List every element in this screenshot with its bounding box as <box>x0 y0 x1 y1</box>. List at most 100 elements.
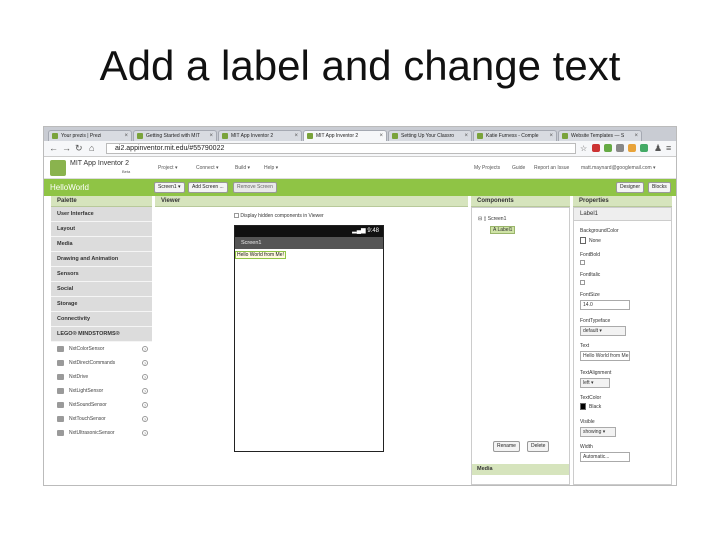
palette-category[interactable]: Connectivity <box>51 312 152 327</box>
palette-item[interactable]: NxtUltrasonicSensor? <box>51 426 152 440</box>
user-icon[interactable]: ♟ <box>654 143 662 154</box>
hidden-components-toggle[interactable]: Display hidden components in Viewer <box>234 213 324 219</box>
tree-node-label1[interactable]: A Label1 <box>478 225 516 236</box>
close-icon[interactable]: × <box>294 131 298 141</box>
reload-icon[interactable]: ↻ <box>75 143 83 154</box>
components-panel: ⊟ ▯ Screen1 A Label1 Rename Delete Media <box>471 207 570 485</box>
help-icon[interactable]: ? <box>142 374 148 380</box>
palette-category[interactable]: Drawing and Animation <box>51 252 152 267</box>
prop-label: FontBold <box>580 252 601 258</box>
browser-tab[interactable]: Setting Up Your Classro × <box>388 130 472 141</box>
text-alignment-select[interactable]: left ▾ <box>580 378 610 388</box>
add-screen-button[interactable]: Add Screen ... <box>188 182 228 193</box>
prop-label: FontItalic <box>580 272 601 278</box>
menu-help[interactable]: Help ▾ <box>264 165 278 171</box>
palette-item[interactable]: NxtLightSensor? <box>51 384 152 398</box>
extension-icon[interactable] <box>616 144 624 152</box>
back-icon[interactable]: ← <box>49 143 58 154</box>
font-typeface-select[interactable]: default ▾ <box>580 326 626 336</box>
font-size-input[interactable]: 14.0 <box>580 300 630 310</box>
extension-icon[interactable] <box>604 144 612 152</box>
close-icon[interactable]: × <box>549 131 553 141</box>
remove-screen-button[interactable]: Remove Screen <box>233 182 277 193</box>
tab-label: Your prezis | Prezi <box>61 133 102 139</box>
palette-category[interactable]: Media <box>51 237 152 252</box>
link-my-projects[interactable]: My Projects <box>474 165 500 171</box>
palette-item[interactable]: NxtDrive? <box>51 370 152 384</box>
rename-button[interactable]: Rename <box>493 441 520 452</box>
palette-item[interactable]: NxtTouchSensor? <box>51 412 152 426</box>
checkbox[interactable] <box>234 213 239 219</box>
browser-tab-active[interactable]: MIT App Inventor 2 × <box>303 130 387 141</box>
extension-icon[interactable] <box>628 144 636 152</box>
palette-item[interactable]: NxtDirectCommands? <box>51 356 152 370</box>
designer-button[interactable]: Designer <box>616 182 645 193</box>
help-icon[interactable]: ? <box>142 430 148 436</box>
status-time: 9:48 <box>367 228 379 234</box>
color-swatch[interactable] <box>580 237 586 244</box>
browser-tab[interactable]: Getting Started with MIT × <box>133 130 217 141</box>
account-menu[interactable]: matt.maynard@googlemail.com ▾ <box>581 165 656 171</box>
extension-icon[interactable] <box>592 144 600 152</box>
palette-category[interactable]: Layout <box>51 222 152 237</box>
palette-category[interactable]: User Interface <box>51 207 152 222</box>
prop-value[interactable]: None <box>589 238 601 244</box>
prop-label: BackgroundColor <box>580 228 619 234</box>
palette-item[interactable]: NxtSoundSensor? <box>51 398 152 412</box>
lego-sensor-icon <box>57 430 64 436</box>
tab-favicon-icon <box>562 133 568 139</box>
help-icon[interactable]: ? <box>142 402 148 408</box>
palette-header: Palette <box>51 196 152 207</box>
slide-title: Add a label and change text <box>99 42 621 89</box>
width-input[interactable]: Automatic... <box>580 452 630 462</box>
palette-category[interactable]: LEGO® MINDSTORMS® <box>51 327 152 342</box>
browser-tab[interactable]: MIT App Inventor 2 × <box>218 130 302 141</box>
visible-select[interactable]: showing ▾ <box>580 427 616 437</box>
extension-icon[interactable] <box>640 144 648 152</box>
browser-tab[interactable]: Your prezis | Prezi × <box>48 130 132 141</box>
text-input[interactable]: Hello World from Me <box>580 351 630 361</box>
close-icon[interactable]: × <box>124 131 128 141</box>
close-icon[interactable]: × <box>464 131 468 141</box>
color-swatch[interactable] <box>580 403 586 410</box>
link-report-issue[interactable]: Report an Issue <box>534 165 569 171</box>
menu-connect[interactable]: Connect ▾ <box>196 165 219 171</box>
delete-button[interactable]: Delete <box>527 441 550 452</box>
blocks-button[interactable]: Blocks <box>648 182 671 193</box>
close-icon[interactable]: × <box>379 131 383 141</box>
browser-tab[interactable]: Katie Furness - Comple × <box>473 130 557 141</box>
lego-sensor-icon <box>57 416 64 422</box>
palette-category[interactable]: Storage <box>51 297 152 312</box>
close-icon[interactable]: × <box>634 131 638 141</box>
help-icon[interactable]: ? <box>142 360 148 366</box>
url-field[interactable]: ai2.appinventor.mit.edu/#55790022 <box>106 143 576 154</box>
home-icon[interactable]: ⌂ <box>89 143 94 154</box>
screenshot: Your prezis | Prezi × Getting Started wit… <box>43 126 677 486</box>
selected-node[interactable]: A Label1 <box>490 226 516 234</box>
tree-node-screen[interactable]: ⊟ ▯ Screen1 <box>478 214 515 225</box>
bookmark-star-icon[interactable]: ☆ <box>580 143 587 154</box>
forward-icon[interactable]: → <box>62 143 71 154</box>
font-bold-checkbox[interactable] <box>580 260 585 265</box>
help-icon[interactable]: ? <box>142 416 148 422</box>
link-guide[interactable]: Guide <box>512 165 525 171</box>
menu-icon[interactable]: ≡ <box>666 143 671 154</box>
label-component[interactable]: Hello World from Me! <box>235 251 286 259</box>
close-icon[interactable]: × <box>209 131 213 141</box>
screen-select[interactable]: Screen1 ▾ <box>154 182 185 193</box>
palette-item[interactable]: NxtColorSensor? <box>51 342 152 356</box>
help-icon[interactable]: ? <box>142 388 148 394</box>
font-italic-checkbox[interactable] <box>580 280 585 285</box>
phone-status-bar: ▂▄▆ 9:48 <box>235 226 383 237</box>
browser-tab[interactable]: Website Templates — S × <box>558 130 642 141</box>
palette-item-label: NxtLightSensor <box>69 388 104 394</box>
prop-label: TextAlignment <box>580 370 612 376</box>
menu-build[interactable]: Build ▾ <box>235 165 250 171</box>
viewer-header: Viewer <box>155 196 468 207</box>
prop-value[interactable]: Black <box>589 404 601 410</box>
help-icon[interactable]: ? <box>142 346 148 352</box>
prop-label: TextColor <box>580 395 602 401</box>
palette-category[interactable]: Social <box>51 282 152 297</box>
menu-project[interactable]: Project ▾ <box>158 165 177 171</box>
palette-category[interactable]: Sensors <box>51 267 152 282</box>
